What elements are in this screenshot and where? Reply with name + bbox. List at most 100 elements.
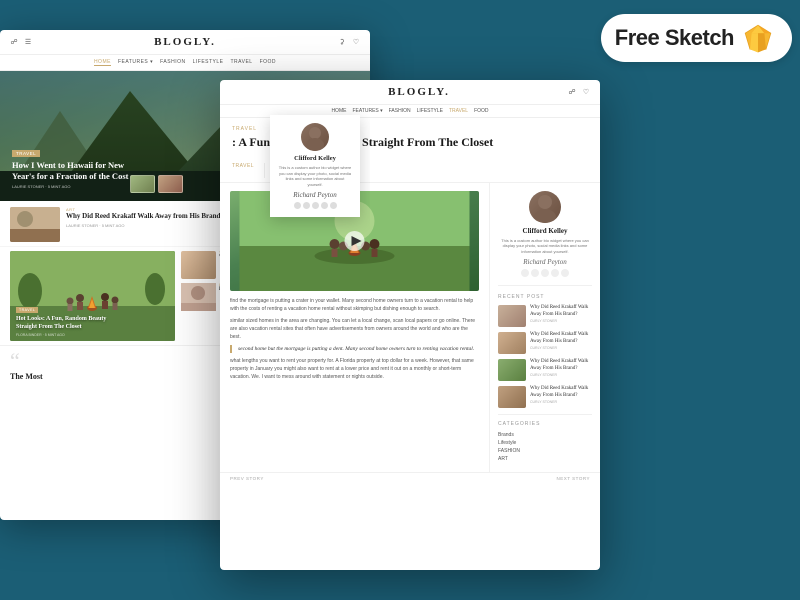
sidebar-post-2: Why Did Reed Krakaff Walk Away From His … [498,332,592,354]
sidebar-post-info-3: Why Did Reed Krakaff Walk Away From His … [530,359,592,377]
author-signature: Richard Peyton [278,191,352,199]
front-heart-icon[interactable]: ♡ [582,88,590,96]
feature-tag: TRAVEL [16,307,38,313]
heart-icon[interactable]: ♡ [352,38,360,46]
social-tw[interactable] [303,202,310,209]
sidebar-post-meta-3: CURLY STONER [530,373,592,377]
author-card: Clifford Kelley This is a custom author … [270,115,360,217]
next-story-link[interactable]: NEXT STORY [556,476,590,481]
back-nav: HOME FEATURES ▾ FASHION LIFESTYLE TRAVEL… [0,55,370,71]
author-avatar [301,123,329,151]
front-social-tw[interactable] [531,269,539,277]
social-fb[interactable] [294,202,301,209]
sidebar-post-meta-2: CURLY STONER [530,346,592,350]
post-info-1: ART Why Did Reed Krakaff Walk Away from … [66,207,224,228]
author-desc: This is a custom author bio widget where… [278,165,352,187]
front-logo: BLOGLY. [388,86,450,98]
sidebar-post-title-2: Why Did Reed Krakaff Walk Away From His … [530,332,592,345]
sidebar-post-title-3: Why Did Reed Krakaff Walk Away From His … [530,359,592,372]
social-ig[interactable] [312,202,319,209]
sidebar-post-1: Why Did Reed Krakaff Walk Away From His … [498,305,592,327]
front-article-body: find the mortgage is putting a crater in… [220,183,490,473]
search-icon[interactable]: ☍ [10,38,18,46]
front-author-desc: This is a custom author bio widget where… [498,238,592,255]
author-social [278,202,352,209]
post-meta-1: LAURIE STONER · 5 MINT AGO [66,223,224,228]
hero-tag: TRAVEL [12,150,40,157]
front-author-name: Clifford Kelley [498,227,592,235]
categories-title: CATEGORIES [498,421,592,427]
front-nav-fashion[interactable]: FASHION [389,108,411,114]
nav-lifestyle[interactable]: LIFESTYLE [193,59,224,66]
nav-food[interactable]: FOOD [260,59,276,66]
front-social-ig[interactable] [541,269,549,277]
nav-features[interactable]: FEATURES ▾ [118,59,153,66]
back-header: ☍ ☰ BLOGLY. ⚳ ♡ [0,30,370,55]
front-social-fb[interactable] [521,269,529,277]
hero-thumbs [130,175,183,193]
nav-travel[interactable]: TRAVEL [231,59,253,66]
sidebar-post-4: Why Did Reed Krakaff Walk Away From His … [498,386,592,408]
feature-post-info: TRAVEL Hot Looks: A Fun, Random Beauty S… [16,298,116,337]
thumb-2 [158,175,183,193]
front-article-text-2: similar sized homes in the area are chan… [230,317,479,341]
sidebar-thumb-3 [498,359,526,381]
social-pi[interactable] [321,202,328,209]
front-header-icons: ☍ ♡ [568,88,590,96]
front-avatar-svg [529,191,561,223]
sidebar-thumb-1 [498,305,526,327]
front-article-text-3: what lengths you want to rent your prope… [230,357,479,381]
small-thumb-2 [181,283,216,311]
category-lifestyle[interactable]: Lifestyle [498,440,592,446]
front-sidebar: Clifford Kelley This is a custom author … [490,183,600,473]
front-nav-home[interactable]: HOME [331,108,346,114]
stat-sep-1 [264,163,265,178]
back-hero-content: TRAVEL How I Went to Hawaii for New Year… [12,142,142,189]
category-fashion[interactable]: FASHION [498,448,592,454]
front-author-avatar [529,191,561,223]
cart-icon[interactable]: ⚳ [338,38,346,46]
front-content-area: find the mortgage is putting a crater in… [220,183,600,473]
front-recent-posts: RECENT POST Why Did Reed Krakaff Walk Aw… [498,294,592,408]
feature-meta: FLORA BINDER · 5 MINT AGO [16,333,116,337]
sidebar-post-meta-4: CURLY STONER [530,400,592,404]
sidebar-post-info-2: Why Did Reed Krakaff Walk Away From His … [530,332,592,350]
hero-meta: LAURIE STONER · 5 MINT AGO [12,184,142,189]
front-article-text-1: find the mortgage is putting a crater in… [230,297,479,313]
front-author-sig: Richard Peyton [498,258,592,266]
recent-posts-title: RECENT POST [498,294,592,300]
front-nav-food[interactable]: FOOD [474,108,488,114]
hero-title: How I Went to Hawaii for New Year's for … [12,160,142,182]
sketch-icon [742,22,774,54]
categories-section: CATEGORIES Brands Lifestyle FASHION ART [498,414,592,462]
menu-icon[interactable]: ☰ [24,38,32,46]
front-nav-features[interactable]: FEATURES ▾ [352,108,382,114]
back-header-icons-left: ☍ ☰ [10,38,32,46]
post-title-1: Why Did Reed Krakaff Walk Away from His … [66,212,224,221]
front-nav-lifestyle[interactable]: LIFESTYLE [417,108,443,114]
front-blockquote: second home but the mortgage is putting … [230,345,479,353]
front-author-card: Clifford Kelley This is a custom author … [498,191,592,287]
stat-tag: TRAVEL [232,163,254,178]
category-art[interactable]: ART [498,456,592,462]
sidebar-post-info-4: Why Did Reed Krakaff Walk Away From His … [530,386,592,404]
stat-tag-label: TRAVEL [232,163,254,169]
nav-fashion[interactable]: FASHION [160,59,185,66]
front-header: BLOGLY. ☍ ♡ [220,80,600,105]
feature-image: TRAVEL Hot Looks: A Fun, Random Beauty S… [10,251,175,341]
category-brands[interactable]: Brands [498,432,592,438]
sidebar-post-info-1: Why Did Reed Krakaff Walk Away From His … [530,305,592,323]
social-yt[interactable] [330,202,337,209]
thumb-1 [130,175,155,193]
front-social-yt[interactable] [561,269,569,277]
prev-story-link[interactable]: PREV STORY [230,476,264,481]
front-nav-travel[interactable]: TRAVEL [449,108,468,114]
nav-home[interactable]: HOME [94,59,111,66]
small-thumb-1 [181,251,216,279]
free-sketch-badge: Free Sketch [601,14,792,62]
front-social-pi[interactable] [551,269,559,277]
author-name: Clifford Kelley [278,155,352,162]
front-bottom-nav: PREV STORY NEXT STORY [220,472,600,484]
sidebar-post-title-4: Why Did Reed Krakaff Walk Away From His … [530,386,592,399]
front-search-icon[interactable]: ☍ [568,88,576,96]
